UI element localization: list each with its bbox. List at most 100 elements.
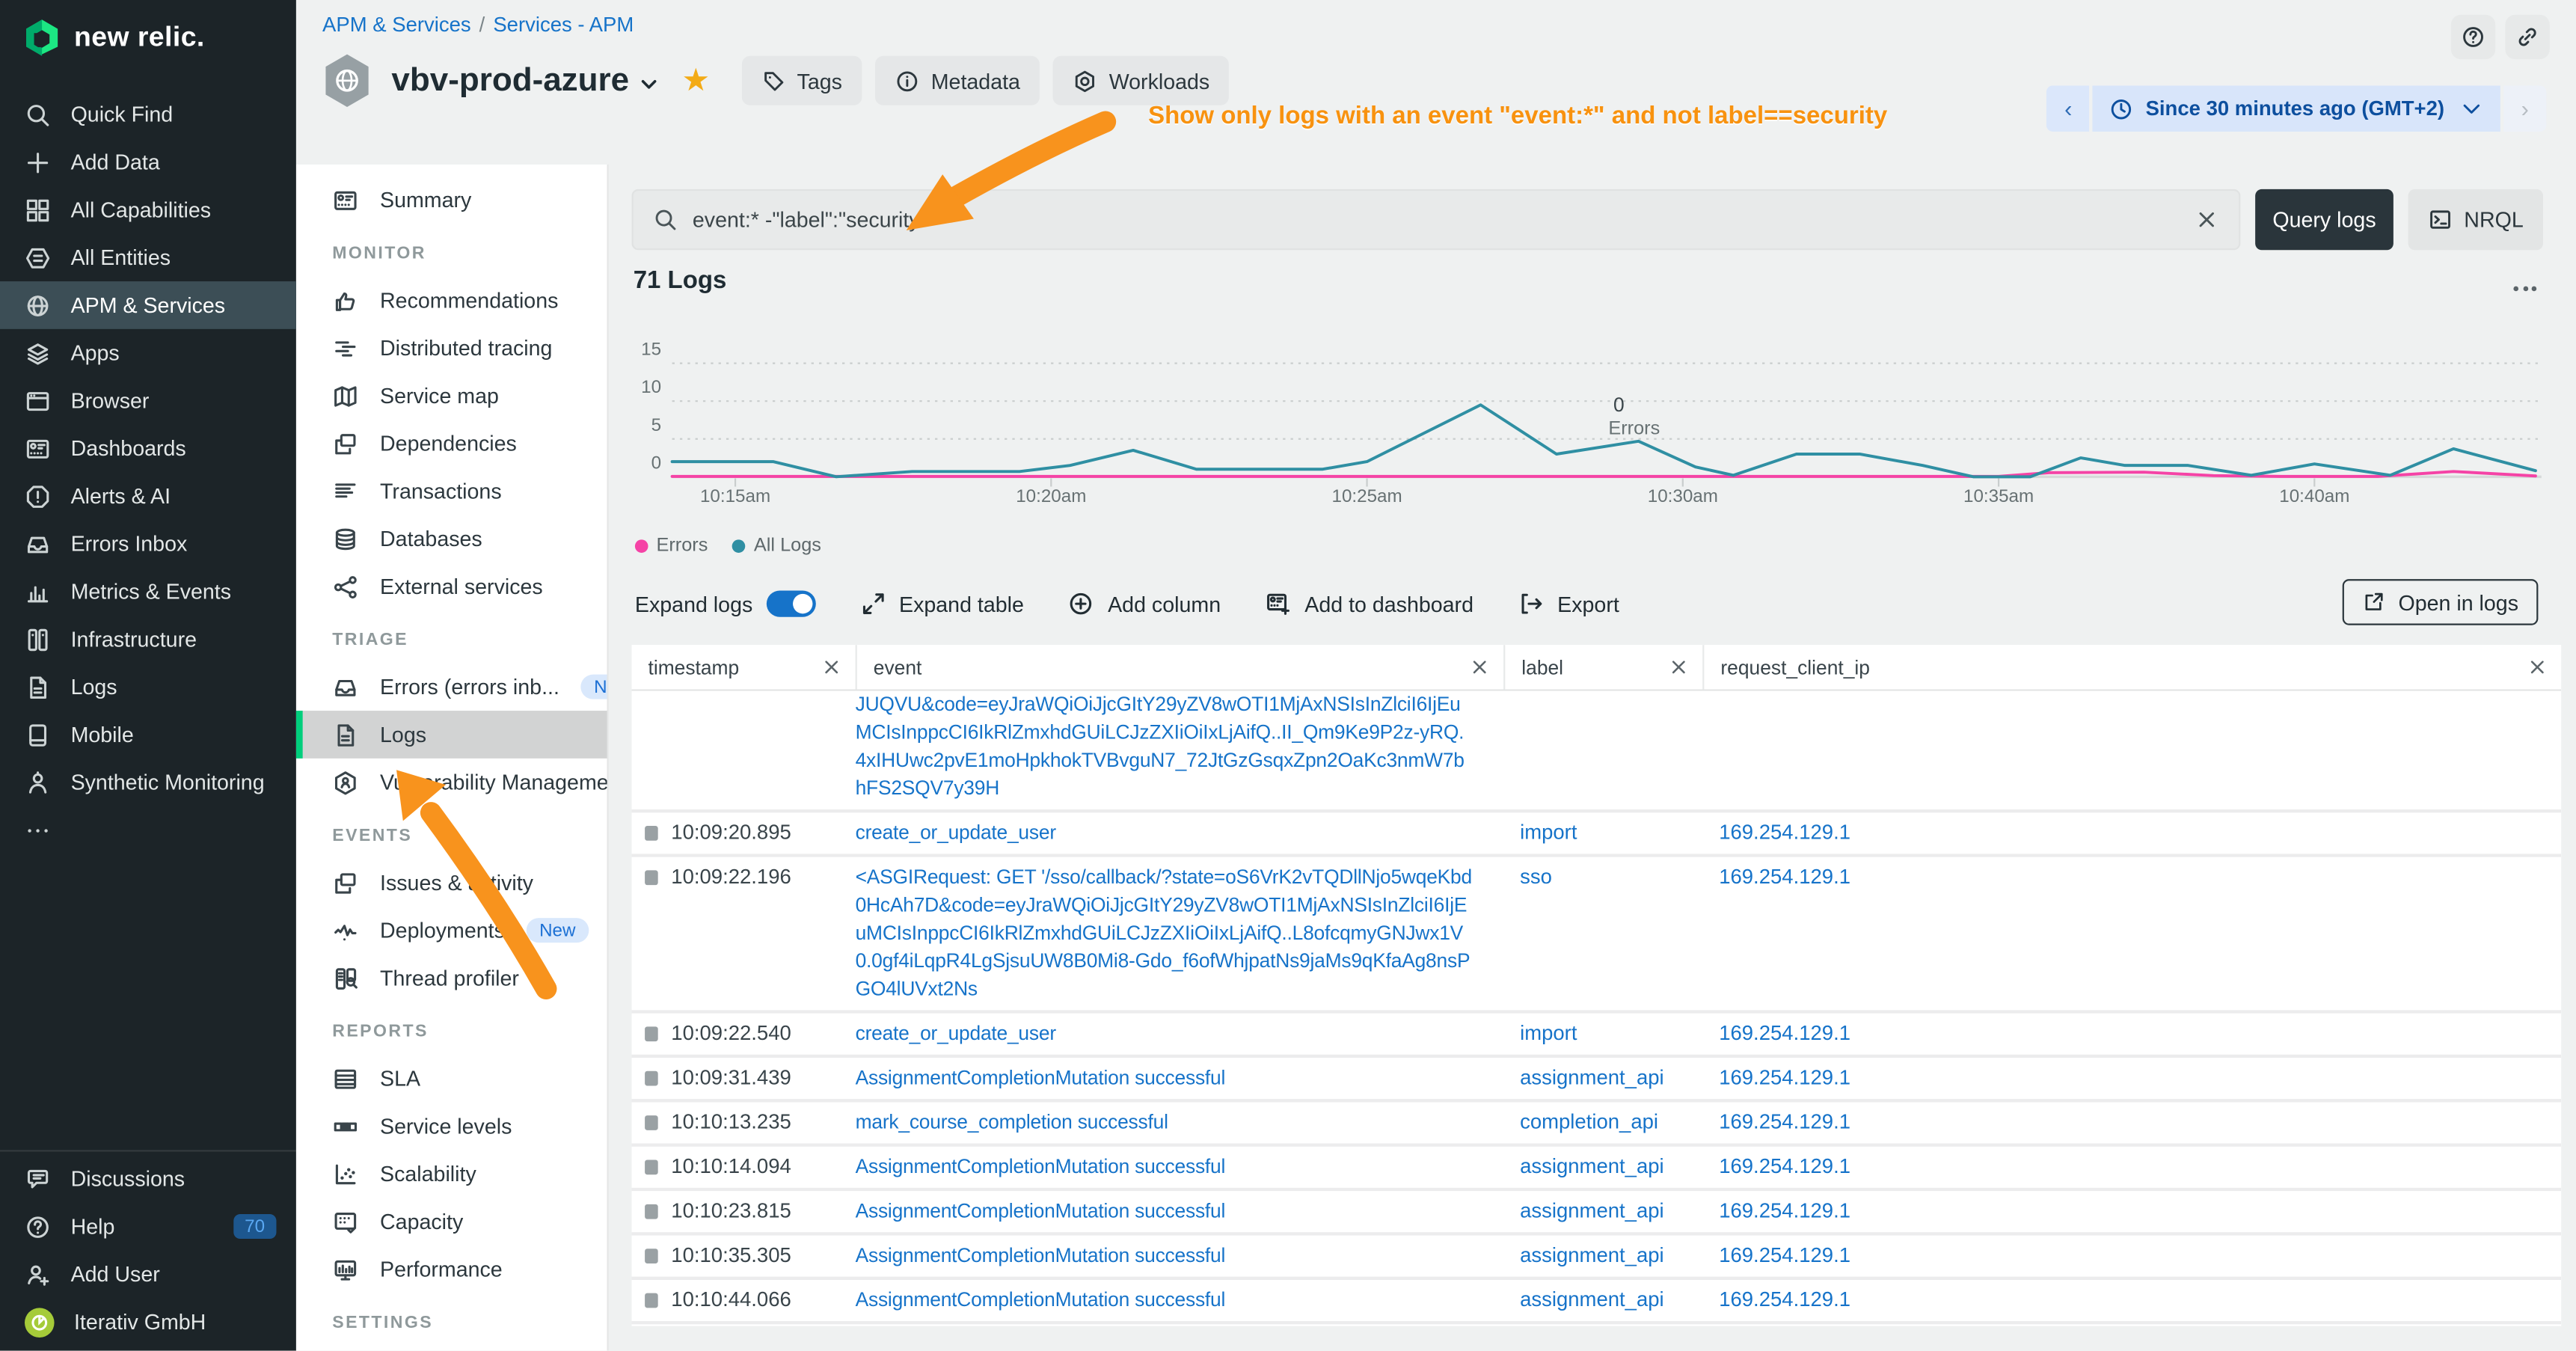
log-label-link[interactable]: completion_api — [1503, 1102, 1702, 1143]
log-row[interactable]: JUQVU&code=eyJraWQiOiJjcGItY29yZV8wOTI1M… — [632, 691, 2562, 813]
log-ip-link[interactable]: 169.254.129.1 — [1702, 1324, 2561, 1326]
log-label-link[interactable]: completion_api — [1503, 1324, 1702, 1326]
log-ip-link[interactable]: 169.254.129.1 — [1702, 1102, 2561, 1143]
legend-item-errors[interactable]: Errors — [635, 536, 708, 556]
log-label-link[interactable]: import — [1503, 812, 1702, 854]
log-row[interactable]: 10:09:20.895create_or_update_userimport1… — [632, 812, 2562, 857]
log-ip-link[interactable] — [1702, 691, 2561, 809]
remove-column-icon[interactable] — [1469, 656, 1491, 678]
log-event-link[interactable]: <ASGIRequest: GET '/sso/callback/?state=… — [856, 857, 1503, 1011]
sidebar-item-add-user[interactable]: Add User — [0, 1250, 296, 1298]
log-event-link[interactable]: create_or_update_user — [856, 812, 1503, 854]
time-forward-button[interactable]: › — [2503, 85, 2546, 132]
add-to-dashboard-button[interactable]: Add to dashboard — [1265, 591, 1473, 617]
sidebar-item-help[interactable]: Help70 — [0, 1203, 296, 1251]
expand-table-button[interactable]: Expand table — [859, 591, 1024, 617]
log-ip-link[interactable]: 169.254.129.1 — [1702, 1147, 2561, 1188]
remove-column-icon[interactable] — [821, 656, 842, 678]
tags-button[interactable]: Tags — [741, 56, 862, 105]
time-back-button[interactable]: ‹ — [2047, 85, 2090, 132]
nrql-button[interactable]: NRQL — [2408, 189, 2543, 250]
local-nav-item-summary[interactable]: Summary — [296, 176, 607, 224]
log-label-link[interactable]: assignment_api — [1503, 1280, 1702, 1321]
clear-search-icon[interactable] — [2195, 207, 2219, 232]
sidebar-item-more[interactable] — [0, 806, 296, 854]
local-nav-item-vulnerability-management[interactable]: Vulnerability Management — [296, 759, 607, 806]
local-nav-item-transactions[interactable]: Transactions — [296, 468, 607, 515]
local-nav-item-capacity[interactable]: Capacity — [296, 1198, 607, 1246]
local-nav-item-deployments[interactable]: DeploymentsNew — [296, 907, 607, 955]
expand-logs-toggle[interactable] — [766, 591, 815, 617]
log-label-link[interactable]: sso — [1503, 857, 1702, 1011]
favorite-star-icon[interactable]: ★ — [682, 65, 710, 96]
chart-options-menu[interactable] — [2513, 287, 2536, 292]
log-event-link[interactable]: AssignmentCompletionMutation successful — [856, 1191, 1503, 1232]
log-ip-link[interactable]: 169.254.129.1 — [1702, 857, 2561, 1011]
sidebar-item-browser[interactable]: Browser — [0, 377, 296, 425]
sidebar-item-add-data[interactable]: Add Data — [0, 138, 296, 186]
local-nav-item-sla[interactable]: SLA — [296, 1055, 607, 1103]
breadcrumb-apm-services[interactable]: APM & Services — [322, 13, 471, 37]
log-ip-link[interactable]: 169.254.129.1 — [1702, 1191, 2561, 1232]
local-nav-item-issues-activity[interactable]: Issues & activity — [296, 859, 607, 907]
sidebar-item-apps[interactable]: Apps — [0, 329, 296, 377]
log-event-link[interactable]: mark_course_completion successful — [856, 1102, 1503, 1143]
log-ip-link[interactable]: 169.254.129.1 — [1702, 1236, 2561, 1277]
remove-column-icon[interactable] — [2527, 656, 2548, 678]
local-nav-item-service-map[interactable]: Service map — [296, 372, 607, 420]
log-row[interactable]: 10:09:22.196<ASGIRequest: GET '/sso/call… — [632, 857, 2562, 1014]
log-event-link[interactable]: JUQVU&code=eyJraWQiOiJjcGItY29yZV8wOTI1M… — [856, 691, 1503, 809]
log-event-link[interactable]: AssignmentCompletionMutation successful — [856, 1236, 1503, 1277]
copy-link-button[interactable] — [2505, 15, 2549, 59]
sidebar-item-infrastructure[interactable]: Infrastructure — [0, 616, 296, 664]
log-ip-link[interactable]: 169.254.129.1 — [1702, 812, 2561, 854]
log-ip-link[interactable]: 169.254.129.1 — [1702, 1014, 2561, 1055]
sidebar-item-apm-services[interactable]: APM & Services — [0, 281, 296, 329]
newrelic-logo[interactable]: new relic. — [0, 0, 296, 56]
help-button[interactable] — [2451, 15, 2495, 59]
local-nav-item-errors-errors-inb[interactable]: Errors (errors inb...New — [296, 663, 607, 711]
legend-item-all-logs[interactable]: All Logs — [732, 536, 821, 556]
log-ip-link[interactable]: 169.254.129.1 — [1702, 1280, 2561, 1321]
log-event-link[interactable]: AssignmentCompletionMutation successful — [856, 1147, 1503, 1188]
local-nav-item-performance[interactable]: Performance — [296, 1246, 607, 1293]
local-nav-item-service-levels[interactable]: Service levels — [296, 1102, 607, 1150]
local-nav-item-databases[interactable]: Databases — [296, 515, 607, 563]
entity-chevron-down-icon[interactable] — [639, 73, 660, 95]
local-nav-item-distributed-tracing[interactable]: Distributed tracing — [296, 324, 607, 372]
log-row[interactable]: 10:10:44.066AssignmentCompletionMutation… — [632, 1280, 2562, 1324]
time-range-button[interactable]: Since 30 minutes ago (GMT+2) — [2093, 85, 2500, 132]
log-label-link[interactable]: assignment_api — [1503, 1058, 1702, 1099]
breadcrumb-services-apm[interactable]: Services - APM — [493, 13, 634, 37]
local-nav-item-thread-profiler[interactable]: Thread profiler — [296, 955, 607, 1002]
local-nav-item-external-services[interactable]: External services — [296, 563, 607, 610]
log-event-link[interactable]: create_or_update_user — [856, 1014, 1503, 1055]
local-nav-item-logs[interactable]: Logs — [296, 711, 607, 759]
logs-search-input[interactable]: event:* -"label":"security" — [632, 189, 2241, 250]
sidebar-item-dashboards[interactable]: Dashboards — [0, 424, 296, 472]
log-row[interactable]: 10:10:23.815AssignmentCompletionMutation… — [632, 1191, 2562, 1235]
log-row[interactable]: 10:09:22.540create_or_update_userimport1… — [632, 1014, 2562, 1058]
log-row[interactable]: 10:09:31.439AssignmentCompletionMutation… — [632, 1058, 2562, 1102]
log-label-link[interactable] — [1503, 691, 1702, 809]
log-label-link[interactable]: assignment_api — [1503, 1147, 1702, 1188]
log-ip-link[interactable]: 169.254.129.1 — [1702, 1058, 2561, 1099]
workloads-button[interactable]: Workloads — [1053, 56, 1230, 105]
local-nav-item-recommendations[interactable]: Recommendations — [296, 276, 607, 324]
metadata-button[interactable]: Metadata — [875, 56, 1040, 105]
remove-column-icon[interactable] — [1668, 656, 1690, 678]
sidebar-item-errors-inbox[interactable]: Errors Inbox — [0, 520, 296, 568]
log-row[interactable]: 10:10:14.094AssignmentCompletionMutation… — [632, 1147, 2562, 1191]
local-nav-item-dependencies[interactable]: Dependencies — [296, 420, 607, 468]
local-nav-item-scalability[interactable]: Scalability — [296, 1150, 607, 1198]
log-row[interactable]: 10:10:13.235mark_course_completion succe… — [632, 1102, 2562, 1146]
export-button[interactable]: Export — [1518, 591, 1619, 617]
add-column-button[interactable]: Add column — [1068, 591, 1221, 617]
sidebar-item-synthetic-monitoring[interactable]: Synthetic Monitoring — [0, 759, 296, 806]
sidebar-item-iterativ-gmbh[interactable]: Iterativ GmbH — [0, 1298, 296, 1346]
sidebar-item-discussions[interactable]: Discussions — [0, 1155, 296, 1203]
sidebar-item-logs[interactable]: Logs — [0, 663, 296, 711]
sidebar-item-metrics-events[interactable]: Metrics & Events — [0, 568, 296, 616]
log-label-link[interactable]: assignment_api — [1503, 1191, 1702, 1232]
sidebar-item-all-capabilities[interactable]: All Capabilities — [0, 186, 296, 234]
